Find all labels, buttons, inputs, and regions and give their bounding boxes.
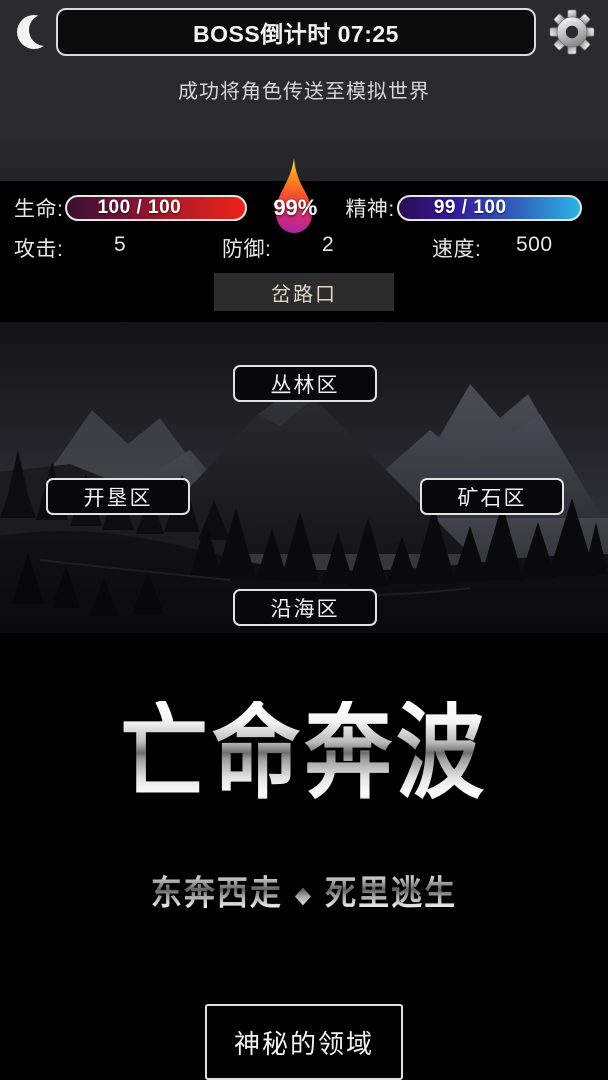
subtitle-left-text: 东奔西走: [150, 873, 283, 913]
stats-panel: 生命: 100 / 100 99% 精神: 99 / 100 攻击: 5 防御:…: [0, 158, 608, 322]
game-logo-section: 亡命奔波 东奔西走 ◆ 死里逃生: [0, 633, 608, 1003]
speed-label: 速度:: [432, 238, 482, 261]
mystery-realm-button[interactable]: 神秘的领域: [205, 1004, 403, 1080]
game-screen: BOSS倒计时 07:25 成功将角色传送至模拟世界 生命: 100 / 100…: [0, 0, 608, 1080]
header-bar: BOSS倒计时 07:25 成功将角色传送至模拟世界: [0, 0, 608, 181]
stats-bars-row: 生命: 100 / 100 99% 精神: 99 / 100: [0, 158, 608, 233]
status-message: 成功将角色传送至模拟世界: [178, 81, 430, 103]
subtitle-separator-icon: ◆: [294, 882, 314, 909]
fuel-indicator: 99%: [249, 158, 341, 233]
spirit-bar: 99 / 100: [396, 195, 582, 221]
map-region-coast[interactable]: 沿海区: [233, 589, 377, 626]
current-location-button[interactable]: 岔路口: [214, 273, 394, 311]
map-region-farmland[interactable]: 开垦区: [46, 478, 190, 515]
subtitle-right-text: 死里逃生: [325, 873, 458, 913]
defense-value: 2: [322, 233, 335, 256]
fuel-percent: 99%: [273, 195, 318, 220]
attack-value: 5: [114, 233, 127, 256]
defense-label: 防御:: [222, 238, 272, 261]
spirit-value: 99 / 100: [433, 197, 507, 218]
speed-value: 500: [516, 233, 553, 256]
footer-area: 神秘的领域: [0, 1004, 608, 1080]
boss-timer-box[interactable]: BOSS倒计时 07:25: [56, 8, 536, 56]
hp-bar: 100 / 100: [65, 195, 248, 221]
boss-timer-label: BOSS倒计时 07:25: [193, 21, 399, 47]
attack-label: 攻击:: [14, 238, 64, 261]
hp-label: 生命:: [14, 198, 64, 221]
crescent-moon-icon[interactable]: [12, 10, 56, 54]
spirit-label: 精神:: [345, 198, 395, 221]
hp-value: 100 / 100: [97, 197, 182, 218]
stats-numbers-row: 攻击: 5 防御: 2 速度: 500: [0, 233, 608, 265]
gear-icon[interactable]: [546, 6, 598, 58]
game-title: 亡命奔波: [0, 700, 608, 805]
game-subtitle: 东奔西走 ◆ 死里逃生: [0, 865, 608, 915]
map-region-ore[interactable]: 矿石区: [420, 478, 564, 515]
map-region-jungle[interactable]: 丛林区: [233, 365, 377, 402]
